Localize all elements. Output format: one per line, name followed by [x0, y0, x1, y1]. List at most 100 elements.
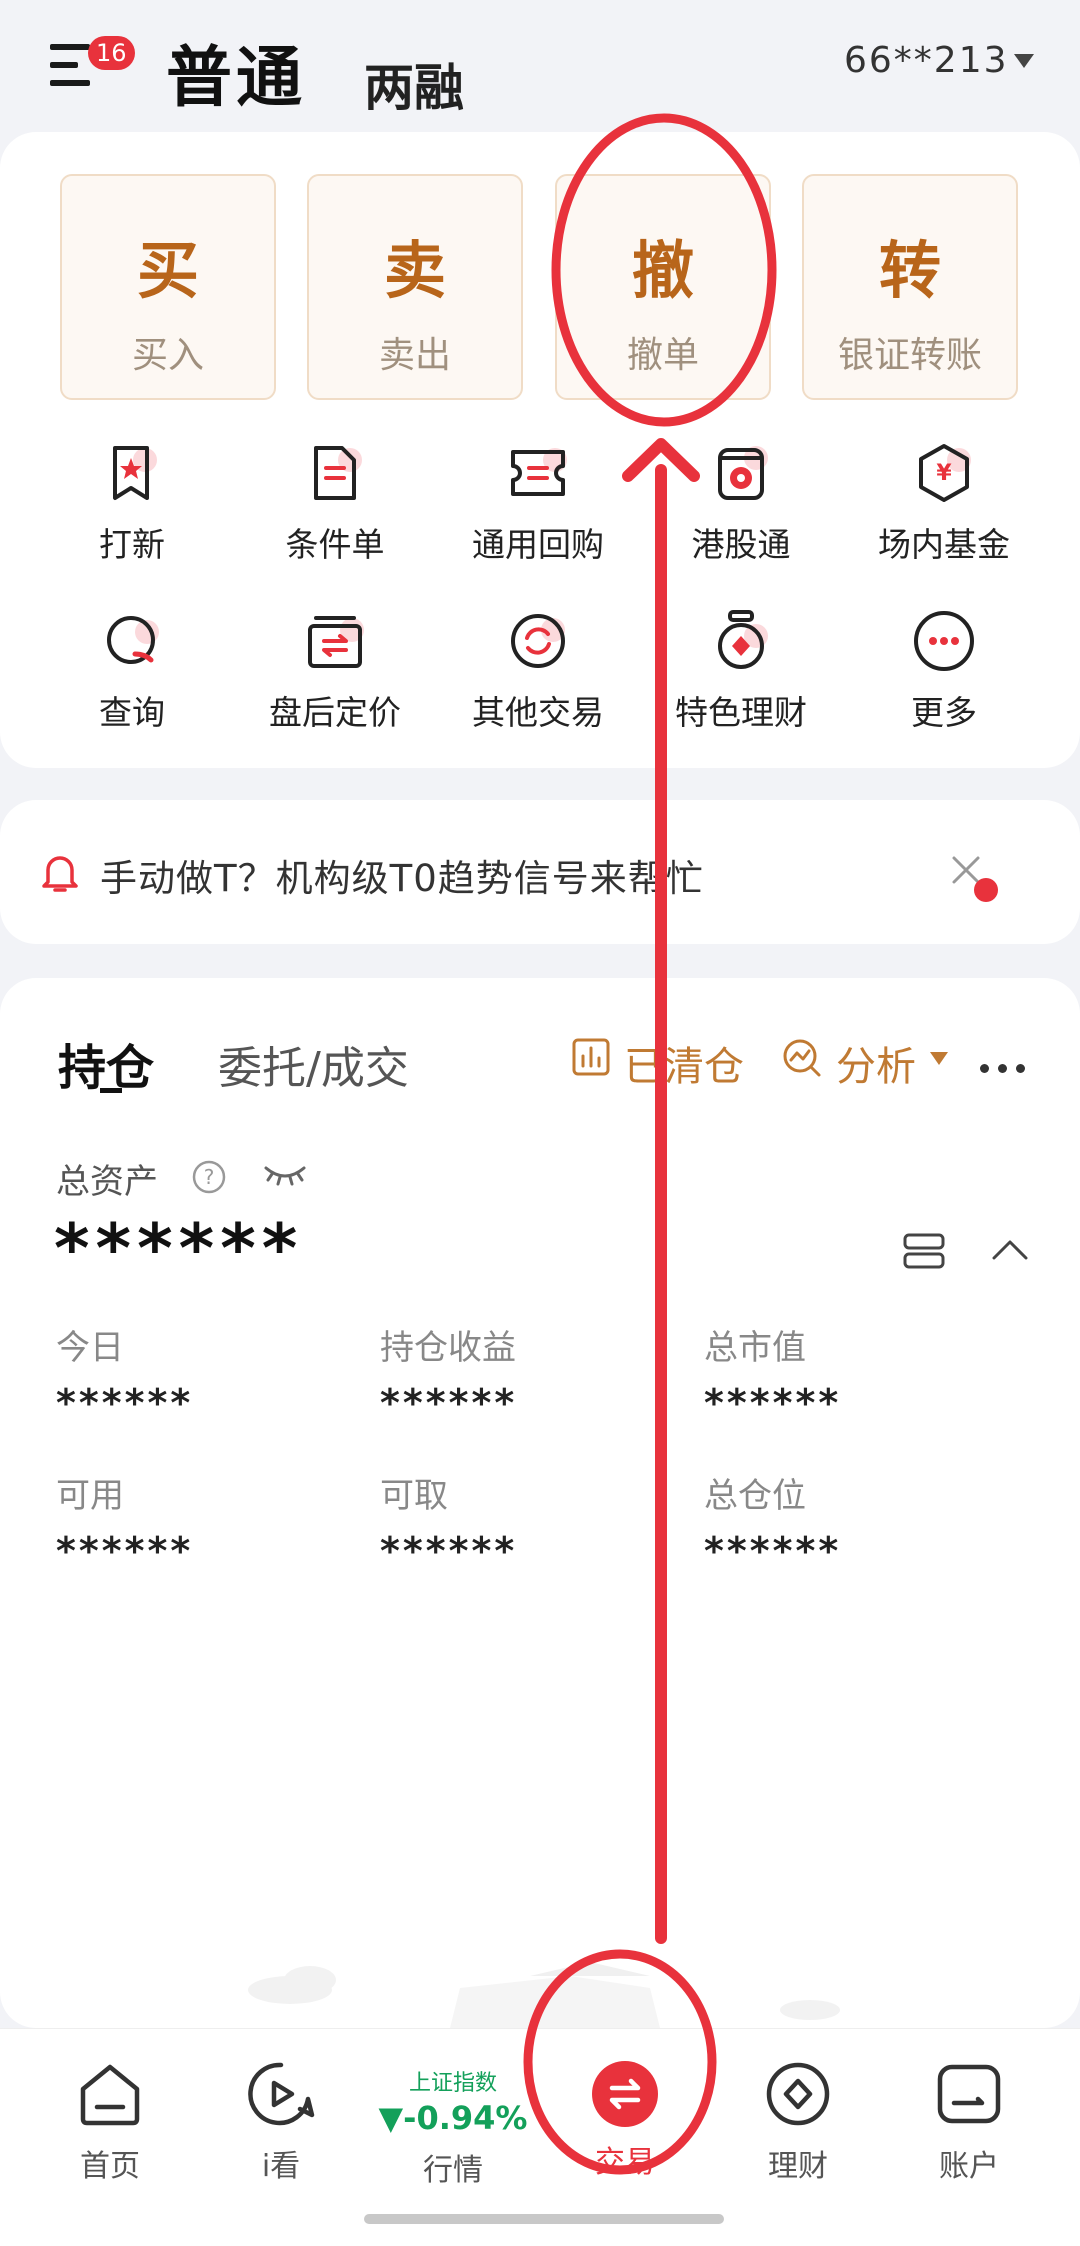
grid-item-wealth[interactable]: 特色理财: [641, 610, 841, 734]
grid-item-fund[interactable]: ¥ 场内基金: [844, 442, 1044, 566]
help-icon[interactable]: ?: [192, 1160, 226, 1194]
bank-transfer-button[interactable]: 转 银证转账: [802, 174, 1018, 400]
tab-account[interactable]: 账户: [884, 2059, 1054, 2185]
grid-label-query: 查询: [99, 693, 165, 732]
metric-value: ******: [56, 1381, 194, 1425]
tab-market[interactable]: 上证指数 ▼-0.94% 行情: [368, 2063, 538, 2189]
hk-connect-icon: [718, 446, 768, 500]
grid-item-query[interactable]: 查询: [32, 610, 232, 734]
metric-today: 今日 ******: [56, 1320, 356, 1425]
buy-button[interactable]: 买 买入: [60, 174, 276, 400]
account-selector[interactable]: 66**213: [844, 40, 1009, 81]
fund-icon: ¥: [919, 444, 971, 502]
tab-margin-account[interactable]: 两融: [364, 48, 464, 120]
tab-home[interactable]: 首页: [25, 2059, 195, 2185]
query-icon: [107, 616, 159, 664]
list-view-icon[interactable]: [902, 1232, 946, 1270]
grid-label-hk-connect: 港股通: [691, 525, 791, 564]
notification-badge: 16: [88, 36, 135, 70]
account-icon: [937, 2064, 1001, 2124]
unread-dot: [974, 878, 998, 902]
metric-label: 总市值: [704, 1328, 806, 1368]
index-name: 上证指数: [408, 2071, 497, 2096]
metric-value: ******: [704, 1381, 842, 1425]
active-tab-indicator: [100, 1088, 122, 1093]
other-trade-icon: [511, 614, 565, 668]
promo-notice-bar[interactable]: 手动做T？机构级T0趋势信号来帮忙: [0, 800, 1080, 944]
wealth-icon: [718, 610, 768, 669]
metric-value: ******: [380, 1529, 518, 1573]
svg-text:¥: ¥: [936, 461, 952, 486]
tab-trade[interactable]: 交易: [540, 2059, 710, 2181]
tab-account-label: 账户: [939, 2149, 999, 2184]
tab-trade-label: 交易: [595, 2145, 655, 2180]
bell-icon: [42, 856, 78, 892]
metric-label: 今日: [56, 1328, 124, 1368]
tab-home-label: 首页: [80, 2149, 140, 2184]
metric-withdrawable: 可取 ******: [380, 1468, 680, 1573]
repo-icon: [511, 448, 567, 496]
after-hours-icon: [308, 616, 364, 668]
metric-value: ******: [704, 1529, 842, 1573]
buy-label: 买入: [131, 335, 204, 376]
metric-label: 持仓收益: [380, 1328, 516, 1368]
empty-state-illustration: [248, 1962, 840, 2028]
positions-card: 持仓 委托/成交 已清仓 分析 总资产 ? ****** 今日 ****** 持…: [0, 978, 1080, 2028]
ipo-icon: [113, 446, 157, 500]
video-play-icon: [248, 2062, 315, 2126]
eye-closed-icon[interactable]: [262, 1162, 308, 1188]
metric-market-value: 总市值 ******: [704, 1320, 1004, 1425]
cancel-glyph: 撤: [631, 234, 694, 307]
grid-label-wealth: 特色理财: [675, 693, 807, 732]
metric-value: ******: [56, 1529, 194, 1573]
metric-available: 可用 ******: [56, 1468, 356, 1573]
notice-text: 手动做T？机构级T0趋势信号来帮忙: [100, 857, 704, 900]
cleared-positions-button[interactable]: 已清仓: [572, 1034, 744, 1092]
chevron-up-icon[interactable]: [990, 1234, 1030, 1264]
transfer-glyph: 转: [878, 234, 941, 307]
total-assets-label: 总资产: [56, 1162, 158, 1202]
grid-label-more: 更多: [911, 693, 977, 732]
buy-glyph: 买: [136, 234, 199, 307]
trade-actions-card: 买 买入 卖 卖出 撤 撤单 转 银证转账 打新 条件单 通用回购 港股通 ¥ …: [0, 132, 1080, 768]
more-icon: [914, 611, 974, 671]
grid-item-conditional-order[interactable]: 条件单: [235, 442, 435, 566]
wealth-compass-icon: [766, 2062, 830, 2126]
menu-button[interactable]: 16: [50, 36, 135, 96]
tab-wealth[interactable]: 理财: [713, 2059, 883, 2185]
cancel-label: 撤单: [626, 335, 699, 376]
metric-label: 可取: [380, 1476, 448, 1516]
svg-text:?: ?: [204, 1165, 215, 1189]
cancel-order-button[interactable]: 撤 撤单: [555, 174, 771, 400]
grid-label-fund: 场内基金: [878, 525, 1010, 564]
home-indicator[interactable]: [364, 2214, 724, 2224]
grid-item-ipo[interactable]: 打新: [32, 442, 232, 566]
grid-label-conditional-order: 条件单: [285, 525, 385, 564]
metric-label: 总仓位: [704, 1476, 806, 1516]
more-options-icon[interactable]: [980, 1058, 1034, 1077]
conditional-order-icon: [314, 446, 362, 500]
grid-item-repo[interactable]: 通用回购: [438, 442, 638, 566]
metric-value: ******: [380, 1381, 518, 1425]
metric-position-ratio: 总仓位 ******: [704, 1468, 1004, 1573]
metric-label: 可用: [56, 1476, 124, 1516]
tab-watch[interactable]: i看: [196, 2059, 366, 2185]
caret-down-icon[interactable]: [930, 1052, 948, 1065]
tab-wealth-label: 理财: [768, 2149, 828, 2184]
tab-normal-account[interactable]: 普通: [166, 24, 306, 120]
tab-orders-trades[interactable]: 委托/成交: [218, 1032, 409, 1096]
grid-item-more[interactable]: 更多: [844, 610, 1044, 734]
sell-glyph: 卖: [383, 234, 446, 307]
grid-item-other-trade[interactable]: 其他交易: [438, 610, 638, 734]
analysis-button[interactable]: 分析: [782, 1034, 916, 1092]
metric-position-pnl: 持仓收益 ******: [380, 1320, 680, 1425]
total-assets-value: ******: [54, 1210, 304, 1289]
index-change: ▼-0.94%: [378, 2099, 528, 2137]
grid-label-other-trade: 其他交易: [472, 693, 604, 732]
sell-button[interactable]: 卖 卖出: [307, 174, 523, 400]
grid-item-after-hours[interactable]: 盘后定价: [235, 610, 435, 734]
trade-icon: [592, 2061, 658, 2127]
grid-item-hk-connect[interactable]: 港股通: [641, 442, 841, 566]
home-icon: [80, 2064, 140, 2126]
caret-down-icon[interactable]: [1014, 54, 1034, 68]
